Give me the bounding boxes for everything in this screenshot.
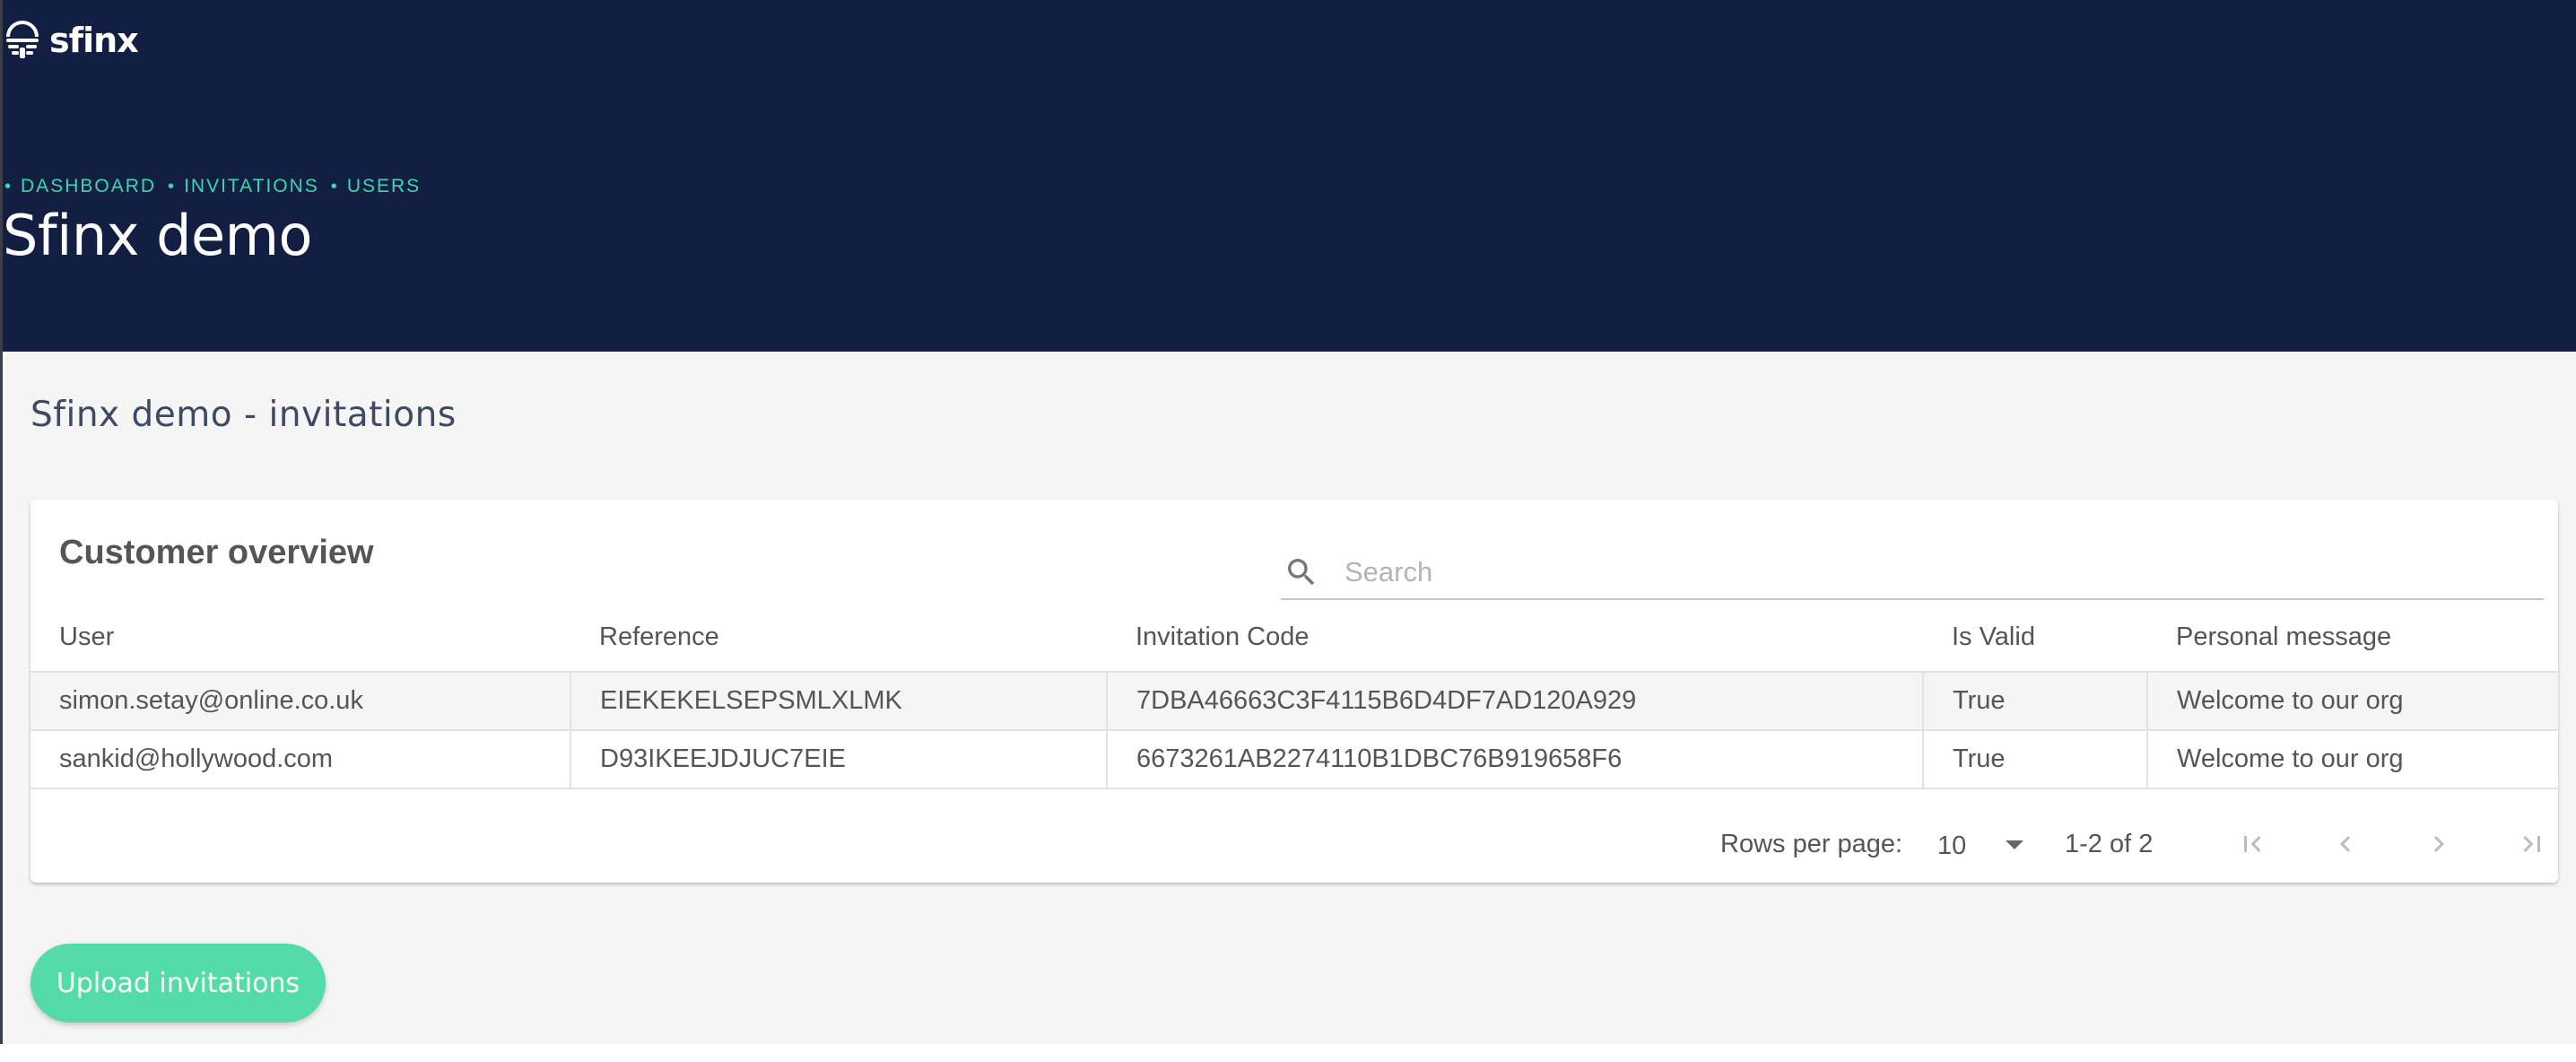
invitations-table: User Reference Invitation Code Is Valid … [30,604,2558,789]
table-row[interactable]: simon.setay@online.co.uk EIEKEKELSEPSMLX… [30,672,2558,731]
breadcrumb-label: DASHBOARD [21,176,157,196]
breadcrumb-item-dashboard[interactable]: • DASHBOARD [4,176,156,197]
table-pagination: Rows per page: 10 1-2 of 2 [30,817,2558,875]
last-page-icon [2523,836,2540,852]
breadcrumb-item-invitations[interactable]: • INVITATIONS [168,176,319,197]
chevron-right-icon [2433,836,2444,852]
cell-invitation-code: 7DBA46663C3F4115B6D4DF7AD120A929 [1106,672,1923,731]
previous-page-button[interactable] [2326,824,2365,864]
breadcrumb: • DASHBOARD • INVITATIONS • USERS [4,176,421,197]
table-header-row: User Reference Invitation Code Is Valid … [30,604,2558,673]
cell-personal-message: Welcome to our org [2146,730,2558,789]
rows-per-page-label: Rows per page: [1720,830,1903,858]
cell-reference: D93IKEEJDJUC7EIE [570,730,1107,789]
brand-name: sfinx [49,21,139,60]
column-header-invitation-code[interactable]: Invitation Code [1107,604,1923,673]
page-header: sfinx • DASHBOARD • INVITATIONS • USERS … [0,0,2576,352]
last-page-button[interactable] [2512,824,2552,864]
brand-logo[interactable]: sfinx [3,18,139,63]
card-title: Customer overview [59,534,374,571]
column-header-reference[interactable]: Reference [570,604,1107,673]
search-icon [1288,559,1315,586]
breadcrumb-bullet: • [168,176,177,196]
page-title: Sfinx demo [3,203,312,268]
rows-per-page-value: 10 [1937,831,1967,860]
cell-invitation-code: 6673261AB2274110B1DBC76B919658F6 [1106,730,1923,789]
cell-reference: EIEKEKELSEPSMLXLMK [570,672,1107,731]
breadcrumb-item-users[interactable]: • USERS [331,176,421,197]
first-page-icon [2244,836,2261,852]
fingerprint-stripes-icon [6,21,39,58]
search-box [1281,546,2544,600]
customer-overview-card: Customer overview User [30,500,2558,883]
breadcrumb-label: USERS [346,176,422,196]
table-row[interactable]: sankid@hollywood.com D93IKEEJDJUC7EIE 66… [30,730,2558,789]
cell-user: simon.setay@online.co.uk [30,672,570,731]
breadcrumb-label: INVITATIONS [184,176,319,196]
cell-user: sankid@hollywood.com [30,730,570,789]
chevron-left-icon [2340,836,2351,852]
section-title: Sfinx demo - invitations [30,395,457,435]
cell-is-valid: True [1922,672,2147,731]
page-range-text: 1-2 of 2 [2065,830,2154,858]
cell-is-valid: True [1922,730,2147,789]
cell-personal-message: Welcome to our org [2146,672,2558,731]
rows-per-page-select[interactable]: 10 [1937,826,2027,864]
first-page-button[interactable] [2232,824,2272,864]
column-header-user[interactable]: User [30,604,570,673]
breadcrumb-bullet: • [330,176,339,196]
upload-invitations-button[interactable]: Upload invitations [30,944,326,1023]
column-header-is-valid[interactable]: Is Valid [1923,604,2147,673]
caret-down-icon [2006,840,2023,849]
search-input[interactable] [1343,555,2544,589]
app-root: sfinx • DASHBOARD • INVITATIONS • USERS … [0,0,2576,1062]
column-header-personal-message[interactable]: Personal message [2147,604,2558,673]
breadcrumb-bullet: • [4,176,13,196]
next-page-button[interactable] [2419,824,2459,864]
main-content: Sfinx demo - invitations Customer overvi… [0,352,2576,1044]
